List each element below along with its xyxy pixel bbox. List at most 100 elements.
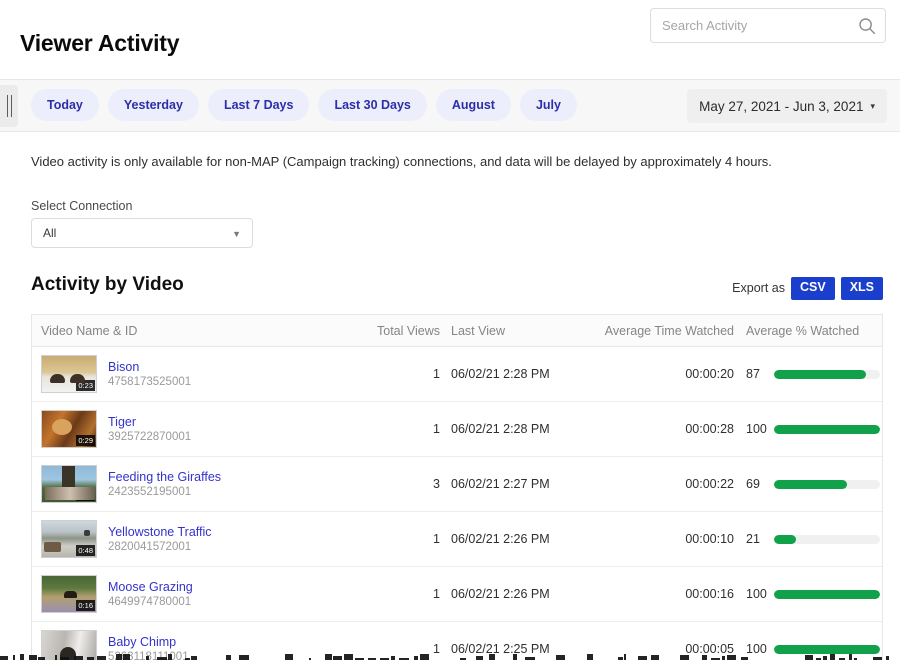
video-id: 2423552195001 — [108, 486, 221, 498]
cell-last-view: 06/02/21 2:27 PM — [442, 477, 592, 491]
connection-select[interactable]: All ▼ — [31, 218, 253, 248]
pill-last-7-days[interactable]: Last 7 Days — [208, 89, 309, 121]
search-icon[interactable] — [858, 17, 876, 35]
pill-last-30-days[interactable]: Last 30 Days — [318, 89, 426, 121]
avg-pct-value: 87 — [746, 367, 772, 381]
avg-pct-progress-fill — [774, 425, 880, 434]
thumbnail-duration: 0:33 — [76, 490, 95, 502]
table-body: 0:23Bison4758173525001106/02/21 2:28 PM0… — [32, 347, 882, 660]
cell-avg-pct-watched: 21 — [737, 532, 882, 546]
drag-handle-icon[interactable] — [0, 85, 18, 127]
column-header-video-name[interactable]: Video Name & ID — [32, 324, 352, 338]
render-artifact — [0, 651, 900, 660]
cell-last-view: 06/02/21 2:28 PM — [442, 422, 592, 436]
cell-last-view: 06/02/21 2:26 PM — [442, 532, 592, 546]
cell-avg-time-watched: 00:00:20 — [592, 367, 737, 381]
chevron-down-icon: ▾ — [870, 101, 875, 112]
cell-avg-pct-watched: 100 — [737, 422, 882, 436]
video-id: 4649974780001 — [108, 596, 193, 608]
avg-pct-progress-fill — [774, 370, 866, 379]
avg-pct-value: 100 — [746, 422, 772, 436]
cell-avg-pct-watched: 100 — [737, 587, 882, 601]
cell-avg-pct-watched: 87 — [737, 367, 882, 381]
column-header-total-views[interactable]: Total Views — [352, 324, 442, 338]
cell-avg-pct-watched: 69 — [737, 477, 882, 491]
cell-total-views: 3 — [352, 477, 442, 491]
export-csv-button[interactable]: CSV — [791, 277, 835, 300]
cell-video-name: 0:48 Yellowstone Traffic 2820041572001 — [32, 520, 352, 558]
avg-pct-progress-fill — [774, 535, 796, 544]
activity-table: Video Name & ID Total Views Last View Av… — [31, 314, 883, 660]
avg-pct-progress-bar — [774, 535, 880, 544]
search-box[interactable] — [650, 8, 886, 43]
thumbnail-duration: 0:29 — [76, 435, 95, 447]
pill-today[interactable]: Today — [31, 89, 99, 121]
avg-pct-value: 21 — [746, 532, 772, 546]
video-name-link[interactable]: Bison — [108, 360, 191, 374]
video-meta: Bison 4758173525001 — [108, 360, 191, 388]
chevron-down-icon: ▼ — [232, 229, 241, 239]
video-meta: Tiger3925722870001 — [108, 415, 191, 443]
search-input[interactable] — [660, 9, 850, 42]
section-title: Activity by Video — [31, 274, 184, 296]
column-header-last-view[interactable]: Last View — [442, 324, 592, 338]
export-label: Export as — [732, 281, 785, 295]
info-notice: Video activity is only available for non… — [31, 154, 886, 169]
avg-pct-progress-bar — [774, 590, 880, 599]
thumbnail-duration: 0:23 — [76, 380, 95, 392]
cell-total-views: 1 — [352, 532, 442, 546]
main-content: Video activity is only available for non… — [0, 154, 900, 660]
export-xls-button[interactable]: XLS — [841, 277, 883, 300]
video-meta: Feeding the Giraffes 2423552195001 — [108, 470, 221, 498]
avg-pct-value: 69 — [746, 477, 772, 491]
cell-avg-time-watched: 00:00:28 — [592, 422, 737, 436]
table-header-row: Video Name & ID Total Views Last View Av… — [32, 315, 882, 347]
table-row: 0:33 Feeding the Giraffes 2423552195001 306… — [32, 457, 882, 512]
table-row: 0:29Tiger3925722870001106/02/21 2:28 PM0… — [32, 402, 882, 457]
avg-pct-value: 100 — [746, 587, 772, 601]
video-name-link[interactable]: Baby Chimp — [108, 635, 189, 649]
thumbnail-duration: 0:48 — [76, 545, 95, 557]
cell-video-name: 0:16 Moose Grazing 4649974780001 — [32, 575, 352, 613]
cell-total-views: 1 — [352, 367, 442, 381]
video-id: 2820041572001 — [108, 541, 212, 553]
video-thumbnail[interactable]: 0:16 — [41, 575, 97, 613]
avg-pct-progress-fill — [774, 590, 880, 599]
top-bar: Viewer Activity — [0, 0, 900, 80]
avg-pct-progress-bar — [774, 480, 880, 489]
video-name-link[interactable]: Feeding the Giraffes — [108, 470, 221, 484]
video-thumbnail[interactable]: 0:33 — [41, 465, 97, 503]
video-name-link[interactable]: Moose Grazing — [108, 580, 193, 594]
avg-pct-progress-bar — [774, 425, 880, 434]
cell-total-views: 1 — [352, 587, 442, 601]
video-name-link[interactable]: Yellowstone Traffic — [108, 525, 212, 539]
date-range-picker[interactable]: May 27, 2021 - Jun 3, 2021 ▾ — [687, 89, 887, 123]
column-header-avg-time-watched[interactable]: Average Time Watched — [592, 324, 737, 338]
quick-range-pills: Today Yesterday Last 7 Days Last 30 Days… — [31, 89, 577, 121]
table-row: 0:23Bison4758173525001106/02/21 2:28 PM0… — [32, 347, 882, 402]
column-header-avg-pct-watched[interactable]: Average % Watched — [737, 324, 882, 338]
connection-select-value: All — [43, 226, 56, 240]
table-row: 0:48 Yellowstone Traffic 2820041572001 106/… — [32, 512, 882, 567]
export-controls: Export as CSV XLS — [732, 277, 883, 300]
video-thumbnail[interactable]: 0:48 — [41, 520, 97, 558]
cell-avg-time-watched: 00:00:22 — [592, 477, 737, 491]
pill-august[interactable]: August — [436, 89, 511, 121]
viewer-activity-page: Viewer Activity Today Yesterday Last 7 D… — [0, 0, 900, 660]
date-range-label: May 27, 2021 - Jun 3, 2021 — [699, 99, 863, 114]
avg-pct-progress-fill — [774, 480, 847, 489]
video-name-link[interactable]: Tiger — [108, 415, 191, 429]
table-row: 0:16 Moose Grazing 4649974780001 106/02/21 … — [32, 567, 882, 622]
video-meta: Moose Grazing 4649974780001 — [108, 580, 193, 608]
thumbnail-duration: 0:16 — [76, 600, 95, 612]
video-id: 4758173525001 — [108, 376, 191, 388]
video-thumbnail[interactable]: 0:23 — [41, 355, 97, 393]
avg-pct-progress-bar — [774, 370, 880, 379]
cell-video-name: 0:29 Tiger3925722870001 — [32, 410, 352, 448]
filter-bar: Today Yesterday Last 7 Days Last 30 Days… — [0, 80, 900, 132]
cell-last-view: 06/02/21 2:26 PM — [442, 587, 592, 601]
video-meta: Yellowstone Traffic 2820041572001 — [108, 525, 212, 553]
pill-july[interactable]: July — [520, 89, 577, 121]
video-thumbnail[interactable]: 0:29 — [41, 410, 97, 448]
pill-yesterday[interactable]: Yesterday — [108, 89, 199, 121]
